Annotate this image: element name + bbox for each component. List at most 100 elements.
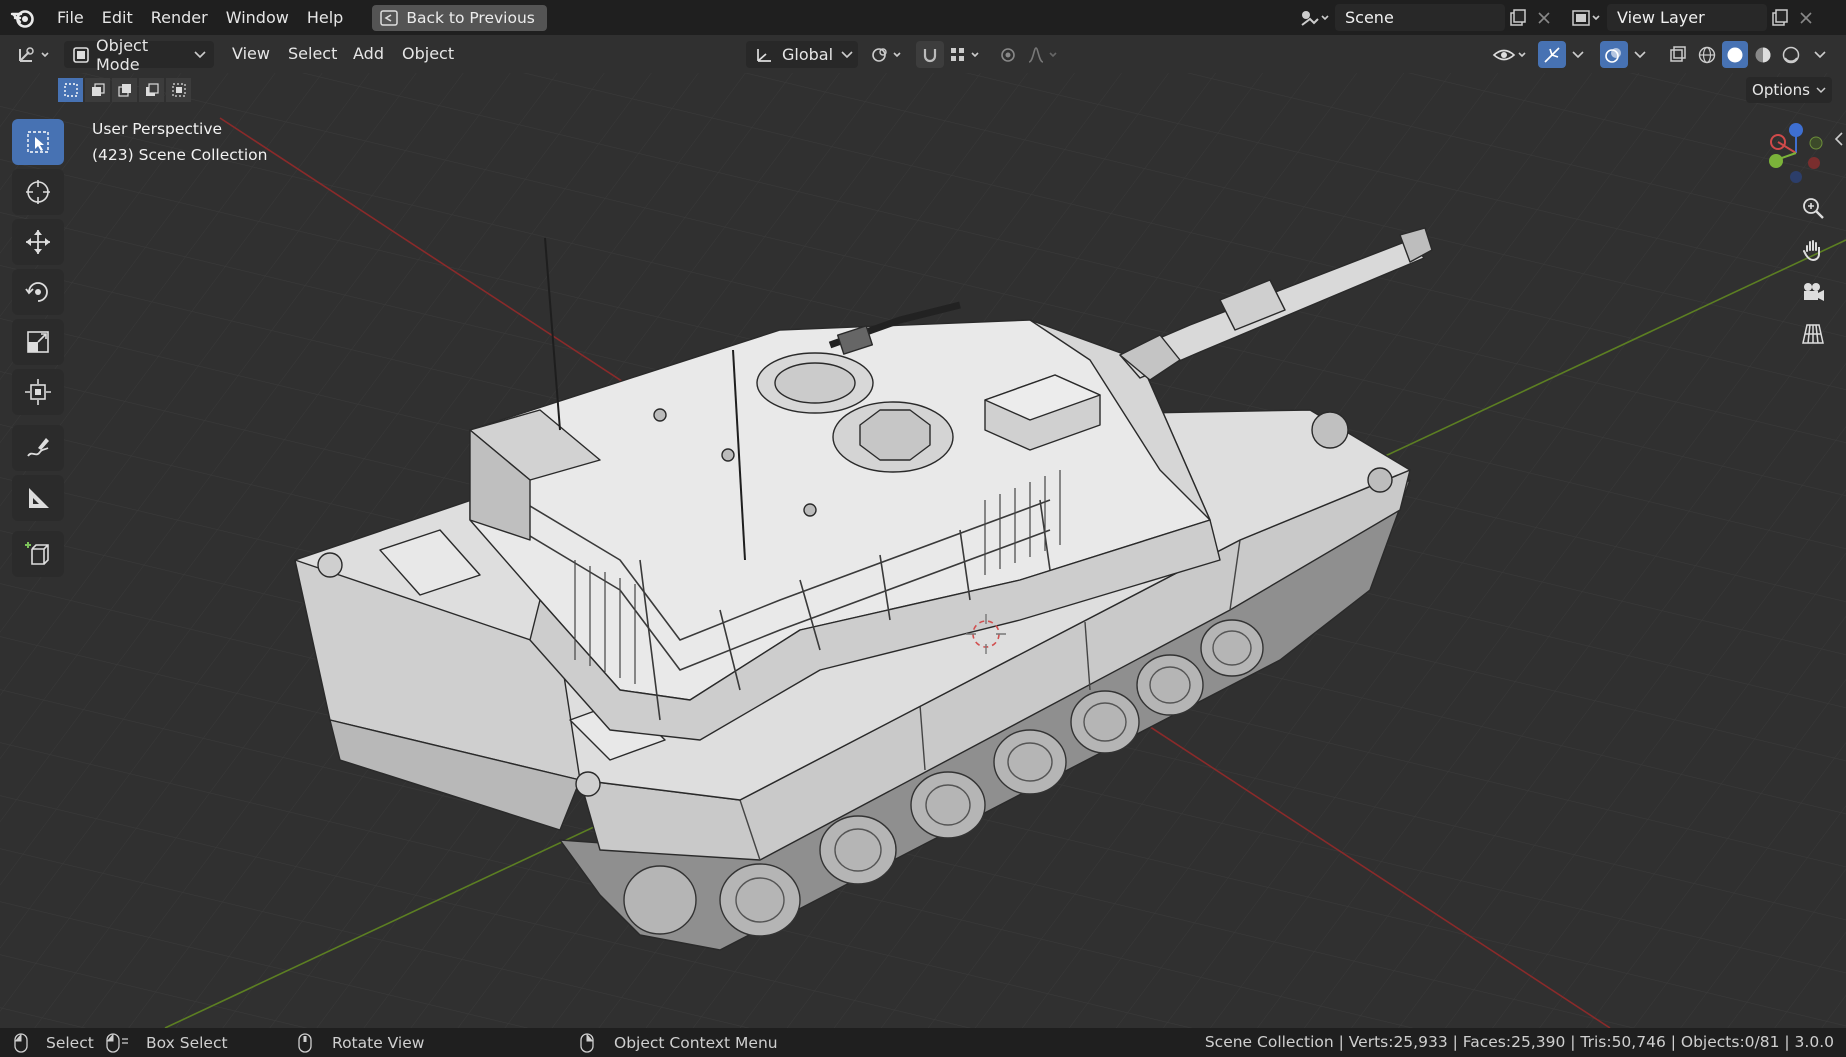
falloff-icon[interactable] bbox=[1024, 41, 1064, 68]
pivot-point-icon[interactable] bbox=[868, 41, 908, 68]
selection-mode-group bbox=[58, 78, 191, 102]
gizmo-dropdown-icon[interactable] bbox=[1567, 41, 1589, 68]
view-layer-field[interactable]: View Layer bbox=[1607, 4, 1767, 31]
object-mode-dropdown[interactable]: Object Mode bbox=[64, 36, 214, 74]
mouse-middle-icon bbox=[298, 1032, 312, 1053]
cursor-tool[interactable] bbox=[12, 169, 64, 215]
hint-select: Select bbox=[14, 1028, 94, 1057]
menu-select[interactable]: Select bbox=[288, 35, 337, 73]
measure-tool[interactable] bbox=[12, 475, 64, 521]
new-view-layer-icon[interactable] bbox=[1767, 4, 1793, 31]
remove-scene-icon[interactable] bbox=[1531, 4, 1557, 31]
move-icon bbox=[26, 230, 50, 254]
scale-icon bbox=[27, 331, 49, 353]
view-layer-browse-icon[interactable] bbox=[1563, 4, 1607, 31]
scene-name-field[interactable]: Scene bbox=[1335, 4, 1505, 31]
hint-context-menu: Object Context Menu bbox=[580, 1028, 778, 1057]
menu-view[interactable]: View bbox=[232, 35, 270, 73]
menu-file[interactable]: File bbox=[48, 0, 93, 35]
select-intersect-icon[interactable] bbox=[166, 78, 191, 102]
select-invert-icon[interactable] bbox=[139, 78, 164, 102]
hint-context-menu-label: Object Context Menu bbox=[614, 1033, 778, 1052]
view-layer-name: View Layer bbox=[1617, 8, 1705, 27]
status-bar: Select Box Select Rotate View Object Con… bbox=[0, 1028, 1846, 1057]
z-axis-icon[interactable] bbox=[1789, 123, 1803, 137]
3d-viewport[interactable]: User Perspective (423) Scene Collection bbox=[0, 73, 1846, 1028]
menu-edit[interactable]: Edit bbox=[93, 0, 142, 35]
hint-select-label: Select bbox=[46, 1033, 94, 1052]
object-mode-icon bbox=[72, 46, 90, 64]
orientation-icon bbox=[754, 46, 774, 64]
options-dropdown[interactable]: Options bbox=[1746, 77, 1832, 103]
scene-statistics: Scene Collection | Verts:25,933 | Faces:… bbox=[1204, 1033, 1834, 1051]
transform-tool[interactable] bbox=[12, 369, 64, 415]
select-box-icon bbox=[27, 131, 49, 153]
annotate-icon bbox=[27, 438, 49, 457]
scene-browse-icon[interactable] bbox=[1295, 4, 1335, 31]
select-extend-icon[interactable] bbox=[85, 78, 110, 102]
select-box-tool[interactable] bbox=[12, 119, 64, 165]
mouse-drag-icon bbox=[106, 1032, 130, 1053]
back-to-previous-label: Back to Previous bbox=[406, 8, 535, 27]
chevron-down-icon bbox=[1816, 86, 1826, 94]
back-to-previous-button[interactable]: Back to Previous bbox=[372, 4, 547, 31]
y-axis-icon[interactable] bbox=[1769, 154, 1783, 168]
menu-window[interactable]: Window bbox=[217, 0, 298, 35]
proportional-editing-icon[interactable] bbox=[994, 41, 1022, 68]
perspective-toggle-button[interactable] bbox=[1793, 315, 1833, 353]
pan-view-button[interactable] bbox=[1793, 231, 1833, 269]
shading-dropdown-icon[interactable] bbox=[1808, 41, 1832, 68]
viewport-scene bbox=[0, 73, 1846, 1028]
solid-shading-icon[interactable] bbox=[1722, 41, 1748, 68]
rendered-shading-icon[interactable] bbox=[1778, 41, 1804, 68]
top-menu-bar: File Edit Render Window Help Back to Pre… bbox=[0, 0, 1846, 35]
neg-y-axis-icon[interactable] bbox=[1809, 136, 1823, 150]
hint-rotate-view: Rotate View bbox=[298, 1028, 424, 1057]
snap-toggle-icon[interactable] bbox=[916, 41, 944, 68]
menu-render[interactable]: Render bbox=[142, 0, 217, 35]
neg-x-axis-icon[interactable] bbox=[1808, 157, 1820, 169]
gizmo-toggle-icon[interactable] bbox=[1538, 41, 1566, 68]
remove-view-layer-icon[interactable] bbox=[1793, 4, 1819, 31]
screen-back-icon bbox=[380, 9, 399, 26]
xray-toggle-icon[interactable] bbox=[1664, 41, 1692, 68]
add-cube-icon bbox=[25, 542, 49, 565]
overlays-dropdown-icon[interactable] bbox=[1629, 41, 1651, 68]
camera-icon bbox=[1804, 283, 1824, 301]
menu-add[interactable]: Add bbox=[353, 35, 384, 73]
chevron-down-icon bbox=[194, 50, 206, 59]
camera-view-button[interactable] bbox=[1793, 273, 1833, 311]
zoom-icon bbox=[1803, 198, 1824, 219]
select-subtract-icon[interactable] bbox=[112, 78, 137, 102]
rotate-tool[interactable] bbox=[12, 269, 64, 315]
navigation-gizmo[interactable] bbox=[1764, 121, 1828, 187]
mouse-left-icon bbox=[14, 1032, 28, 1053]
transform-icon bbox=[25, 379, 51, 405]
overlays-toggle-icon[interactable] bbox=[1600, 41, 1628, 68]
scene-name: Scene bbox=[1345, 8, 1394, 27]
material-shading-icon[interactable] bbox=[1750, 41, 1776, 68]
rotate-icon bbox=[25, 282, 48, 302]
measure-icon bbox=[29, 488, 49, 508]
hint-rotate-view-label: Rotate View bbox=[332, 1033, 425, 1052]
sidebar-toggle-icon[interactable] bbox=[1834, 132, 1844, 146]
options-label: Options bbox=[1752, 81, 1810, 99]
menu-help[interactable]: Help bbox=[298, 0, 352, 35]
select-new-icon[interactable] bbox=[58, 78, 83, 102]
neg-z-axis-icon[interactable] bbox=[1790, 171, 1802, 183]
snap-target-icon[interactable] bbox=[946, 41, 986, 68]
visibility-icon[interactable] bbox=[1490, 41, 1532, 68]
mouse-right-icon bbox=[580, 1032, 594, 1053]
blender-logo-icon[interactable] bbox=[10, 5, 36, 31]
transform-orientation-dropdown[interactable]: Global bbox=[746, 41, 858, 68]
add-cube-tool[interactable] bbox=[12, 531, 64, 577]
new-scene-icon[interactable] bbox=[1505, 4, 1531, 31]
scene-selector: Scene View Layer bbox=[1295, 4, 1819, 31]
wireframe-shading-icon[interactable] bbox=[1694, 41, 1720, 68]
zoom-view-button[interactable] bbox=[1793, 189, 1833, 227]
editor-type-icon[interactable] bbox=[14, 41, 56, 68]
annotate-tool[interactable] bbox=[12, 425, 64, 471]
menu-object[interactable]: Object bbox=[402, 35, 454, 73]
scale-tool[interactable] bbox=[12, 319, 64, 365]
move-tool[interactable] bbox=[12, 219, 64, 265]
